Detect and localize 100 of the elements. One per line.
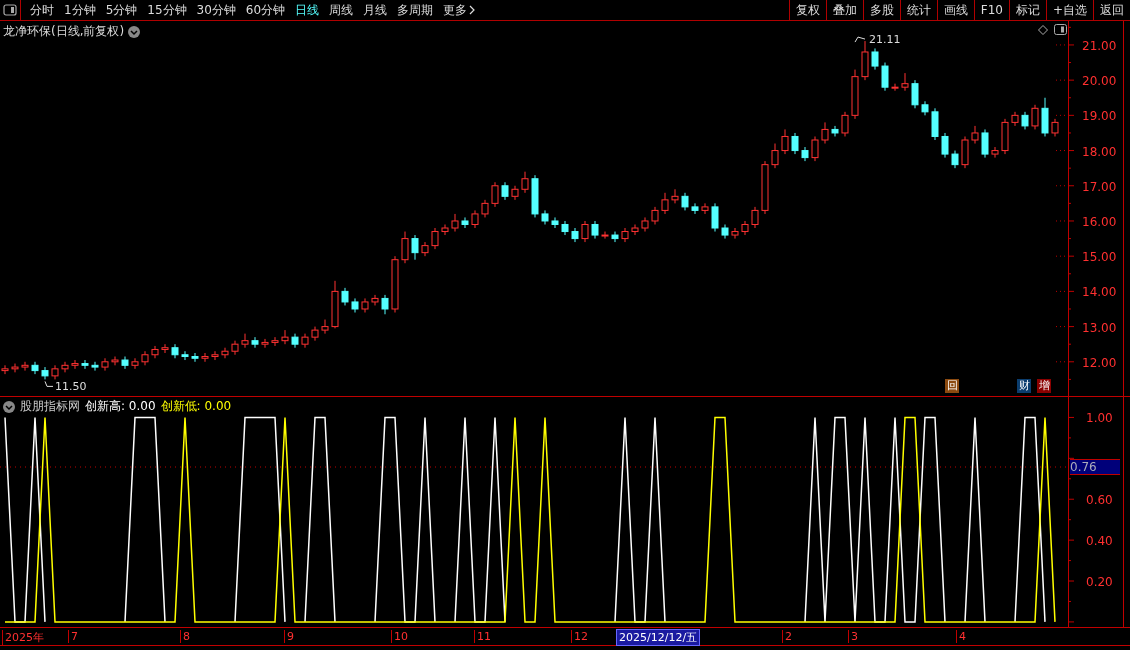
candlestick xyxy=(171,343,179,359)
candlestick xyxy=(821,121,829,144)
high-marker xyxy=(854,36,866,43)
candlestick xyxy=(661,192,669,215)
event-badge[interactable]: 增 xyxy=(1037,379,1051,393)
date-axis-label: 3 xyxy=(848,630,858,643)
date-axis-label: 12 xyxy=(571,630,588,643)
candlestick xyxy=(71,359,79,370)
candlestick xyxy=(791,132,799,155)
low-price-label: 11.50 xyxy=(55,380,87,394)
cursor-date-label: 2025/12/12/五 xyxy=(616,629,701,646)
candlestick xyxy=(1051,118,1059,137)
candlestick xyxy=(191,352,199,363)
price-axis-label: 14.00 xyxy=(1082,285,1117,300)
diamond-icon[interactable] xyxy=(1038,24,1048,35)
panel-toggle-icon[interactable] xyxy=(3,4,17,16)
candlestick xyxy=(391,255,399,313)
candlestick xyxy=(621,227,629,243)
candlestick xyxy=(761,160,769,215)
period-tab[interactable]: 周线 xyxy=(324,1,359,19)
candlestick xyxy=(81,359,89,370)
candlestick xyxy=(781,128,789,155)
candlestick xyxy=(211,350,219,361)
candlestick xyxy=(691,202,699,215)
candlestick xyxy=(11,363,19,373)
period-tab[interactable]: 5分钟 xyxy=(100,1,143,19)
date-axis-label: 8 xyxy=(180,630,190,643)
candlestick xyxy=(861,40,869,81)
candlestick xyxy=(411,234,419,261)
period-tab[interactable]: 15分钟 xyxy=(142,1,192,19)
candlestick xyxy=(201,352,209,363)
candlestick xyxy=(871,47,879,71)
period-tab[interactable]: 更多 xyxy=(438,1,481,19)
candlestick xyxy=(381,294,389,315)
candlestick xyxy=(51,364,59,380)
candlestick xyxy=(241,333,249,349)
candlestick xyxy=(291,333,299,349)
cursor-value-label: 0.76 xyxy=(1070,458,1120,475)
dropdown-icon[interactable] xyxy=(128,25,141,38)
candlestick xyxy=(631,224,639,236)
candlestick xyxy=(731,227,739,240)
panel-toggle-icon[interactable] xyxy=(1054,24,1067,35)
candlestick xyxy=(521,171,529,194)
candlestick xyxy=(701,202,709,215)
candlestick xyxy=(91,361,99,372)
candlestick xyxy=(41,366,49,380)
indicator-axis-label: 0.60 xyxy=(1086,493,1113,508)
candlestick xyxy=(671,188,679,204)
price-axis-label: 12.00 xyxy=(1082,355,1117,370)
period-tab[interactable]: 月线 xyxy=(358,1,393,19)
indicator-axis-label: 0.40 xyxy=(1086,534,1113,549)
candlestick xyxy=(961,136,969,169)
candlestick xyxy=(371,294,379,306)
candlestick xyxy=(771,143,779,169)
period-tab[interactable]: 30分钟 xyxy=(191,1,241,19)
candlestick xyxy=(281,329,289,345)
date-axis-label: 11 xyxy=(474,630,491,643)
price-axis-label: 13.00 xyxy=(1082,320,1117,335)
legend-label: 创新高: 0.00 xyxy=(85,398,156,415)
candlestick xyxy=(251,336,259,349)
candlestick xyxy=(901,72,909,92)
candlestick xyxy=(121,356,129,370)
chart-title: 龙净环保(日线,前复权) xyxy=(3,23,125,40)
candlestick xyxy=(221,347,229,359)
date-axis-label: 2025年 xyxy=(2,630,44,645)
period-tab[interactable]: 日线 xyxy=(290,1,325,19)
candlestick xyxy=(1011,111,1019,127)
event-badge[interactable]: 财 xyxy=(1017,379,1031,393)
candlestick xyxy=(721,224,729,240)
chevron-right-icon xyxy=(469,5,476,15)
candlestick xyxy=(321,319,329,335)
candlestick xyxy=(941,132,949,159)
candlestick xyxy=(541,209,549,225)
candlestick xyxy=(681,192,689,211)
date-axis-label: 4 xyxy=(956,630,966,643)
candlestick xyxy=(451,213,459,233)
candlestick xyxy=(881,62,889,92)
candlestick xyxy=(571,227,579,243)
indicator-axis-label: 1.00 xyxy=(1086,411,1113,426)
indicator-name: 股朋指标网 xyxy=(20,398,80,415)
candlestick xyxy=(21,361,29,372)
candlestick xyxy=(551,216,559,229)
price-axis-label: 20.00 xyxy=(1082,74,1117,89)
date-axis-label: 7 xyxy=(68,630,78,643)
candlestick xyxy=(61,361,69,373)
period-tab[interactable]: 60分钟 xyxy=(240,1,291,19)
period-tab[interactable]: 多周期 xyxy=(392,1,439,19)
candlestick xyxy=(891,83,899,92)
candlestick xyxy=(341,287,349,306)
candlestick xyxy=(531,174,539,218)
dropdown-icon[interactable] xyxy=(3,400,15,413)
candlestick xyxy=(431,227,439,250)
candlestick xyxy=(811,136,819,162)
candlestick xyxy=(911,79,919,109)
event-badge[interactable]: 回 xyxy=(945,379,959,393)
period-tab[interactable]: 1分钟 xyxy=(59,1,101,19)
candlestick xyxy=(1021,111,1029,130)
candlestick xyxy=(651,206,659,225)
period-tab[interactable]: 分时 xyxy=(25,1,59,19)
candlestick xyxy=(851,69,859,120)
